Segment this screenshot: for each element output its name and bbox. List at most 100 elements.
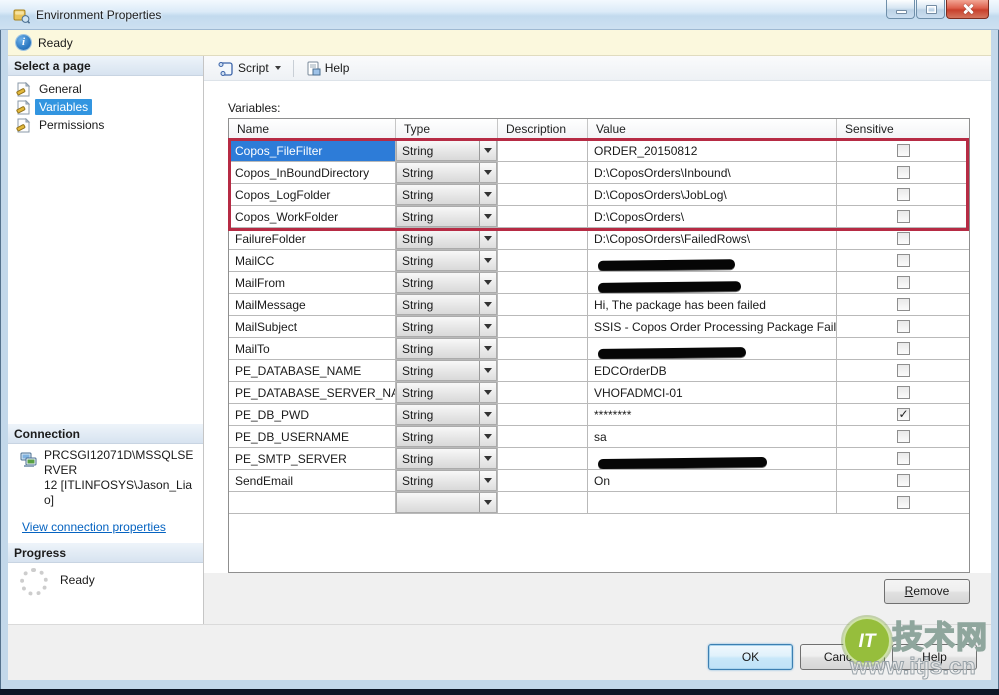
table-row[interactable]: MailToString xyxy=(229,338,969,360)
type-dropdown[interactable]: String xyxy=(396,316,497,337)
table-row[interactable]: MailSubjectStringSSIS - Copos Order Proc… xyxy=(229,316,969,338)
sensitive-checkbox[interactable] xyxy=(897,430,910,443)
sensitive-checkbox[interactable] xyxy=(897,342,910,355)
column-header-description[interactable]: Description xyxy=(498,119,588,139)
dropdown-arrow-button[interactable] xyxy=(479,405,496,424)
close-button[interactable] xyxy=(946,0,989,19)
variable-value-cell[interactable] xyxy=(588,338,837,359)
sensitive-checkbox[interactable] xyxy=(897,364,910,377)
view-connection-properties-link[interactable]: View connection properties xyxy=(22,520,166,534)
dropdown-arrow-button[interactable] xyxy=(479,295,496,314)
variable-value-cell[interactable] xyxy=(588,492,837,513)
variable-name-cell[interactable]: PE_DATABASE_NAME xyxy=(229,360,396,381)
table-row[interactable]: Copos_FileFilterStringORDER_20150812 xyxy=(229,140,969,162)
variable-description-cell[interactable] xyxy=(498,228,588,249)
variable-description-cell[interactable] xyxy=(498,250,588,271)
type-dropdown[interactable]: String xyxy=(396,404,497,425)
variable-name-cell[interactable]: Copos_LogFolder xyxy=(229,184,396,205)
variable-name-cell[interactable]: PE_DATABASE_SERVER_NAME xyxy=(229,382,396,403)
dropdown-arrow-button[interactable] xyxy=(479,317,496,336)
dropdown-arrow-button[interactable] xyxy=(479,141,496,160)
variable-name-cell[interactable]: MailMessage xyxy=(229,294,396,315)
variable-value-cell[interactable]: ORDER_20150812 xyxy=(588,140,837,161)
variable-name-cell[interactable]: SendEmail xyxy=(229,470,396,491)
maximize-button[interactable] xyxy=(916,0,945,19)
sensitive-checkbox[interactable] xyxy=(897,320,910,333)
variable-description-cell[interactable] xyxy=(498,140,588,161)
remove-button[interactable]: Remove xyxy=(884,579,970,604)
variable-name-cell[interactable] xyxy=(229,492,396,513)
table-row[interactable]: MailFromString xyxy=(229,272,969,294)
sensitive-checkbox[interactable] xyxy=(897,408,910,421)
dropdown-arrow-button[interactable] xyxy=(479,383,496,402)
variable-name-cell[interactable]: MailFrom xyxy=(229,272,396,293)
variable-value-cell[interactable]: D:\CoposOrders\FailedRows\ xyxy=(588,228,837,249)
type-dropdown[interactable]: String xyxy=(396,272,497,293)
minimize-button[interactable] xyxy=(886,0,915,19)
variable-value-cell[interactable]: VHOFADMCI-01 xyxy=(588,382,837,403)
table-row[interactable]: PE_DB_USERNAMEString sa xyxy=(229,426,969,448)
type-dropdown[interactable]: String xyxy=(396,360,497,381)
cancel-button[interactable]: Cancel xyxy=(800,644,885,670)
sensitive-checkbox[interactable] xyxy=(897,210,910,223)
variable-value-cell[interactable]: D:\CoposOrders\JobLog\ xyxy=(588,184,837,205)
table-row[interactable]: Copos_InBoundDirectoryStringD:\CoposOrde… xyxy=(229,162,969,184)
column-header-type[interactable]: Type xyxy=(396,119,498,139)
dropdown-arrow-button[interactable] xyxy=(479,427,496,446)
table-row[interactable]: MailCCString xyxy=(229,250,969,272)
variable-name-cell[interactable]: MailSubject xyxy=(229,316,396,337)
table-row[interactable]: FailureFolderStringD:\CoposOrders\Failed… xyxy=(229,228,969,250)
type-dropdown[interactable]: String xyxy=(396,184,497,205)
variable-name-cell[interactable]: PE_SMTP_SERVER xyxy=(229,448,396,469)
sidebar-item-variables[interactable]: Variables xyxy=(8,98,203,116)
variable-description-cell[interactable] xyxy=(498,162,588,183)
variable-value-cell[interactable] xyxy=(588,448,837,469)
variable-description-cell[interactable] xyxy=(498,316,588,337)
variable-description-cell[interactable] xyxy=(498,294,588,315)
type-dropdown[interactable]: String xyxy=(396,426,497,447)
dropdown-arrow-button[interactable] xyxy=(479,339,496,358)
table-row[interactable]: MailMessageStringHi, The package has bee… xyxy=(229,294,969,316)
column-header-sensitive[interactable]: Sensitive xyxy=(837,119,969,139)
type-dropdown[interactable]: String xyxy=(396,338,497,359)
sensitive-checkbox[interactable] xyxy=(897,496,910,509)
variable-value-cell[interactable] xyxy=(588,250,837,271)
script-button[interactable]: Script xyxy=(211,58,288,79)
table-row[interactable] xyxy=(229,492,969,514)
variable-description-cell[interactable] xyxy=(498,272,588,293)
type-dropdown[interactable]: String xyxy=(396,294,497,315)
type-dropdown[interactable]: String xyxy=(396,448,497,469)
dropdown-arrow-button[interactable] xyxy=(479,185,496,204)
dropdown-arrow-button[interactable] xyxy=(479,229,496,248)
type-dropdown[interactable]: String xyxy=(396,228,497,249)
column-header-value[interactable]: Value xyxy=(588,119,837,139)
variable-value-cell[interactable]: On xyxy=(588,470,837,491)
type-dropdown[interactable]: String xyxy=(396,140,497,161)
sidebar-item-general[interactable]: General xyxy=(8,80,203,98)
table-row[interactable]: PE_DB_PWDString******** xyxy=(229,404,969,426)
title-bar[interactable]: Environment Properties xyxy=(0,0,999,30)
dropdown-arrow-button[interactable] xyxy=(479,471,496,490)
sensitive-checkbox[interactable] xyxy=(897,188,910,201)
sensitive-checkbox[interactable] xyxy=(897,386,910,399)
table-row[interactable]: PE_DATABASE_SERVER_NAMEStringVHOFADMCI-0… xyxy=(229,382,969,404)
dropdown-arrow-button[interactable] xyxy=(479,251,496,270)
variable-value-cell[interactable]: EDCOrderDB xyxy=(588,360,837,381)
variable-description-cell[interactable] xyxy=(498,404,588,425)
sensitive-checkbox[interactable] xyxy=(897,298,910,311)
dropdown-arrow-button[interactable] xyxy=(479,163,496,182)
sidebar-item-permissions[interactable]: Permissions xyxy=(8,116,203,134)
type-dropdown[interactable]: String xyxy=(396,206,497,227)
dropdown-arrow-button[interactable] xyxy=(479,273,496,292)
sensitive-checkbox[interactable] xyxy=(897,144,910,157)
dropdown-arrow-button[interactable] xyxy=(479,207,496,226)
help-footer-button[interactable]: Help xyxy=(892,644,977,670)
variable-name-cell[interactable]: PE_DB_USERNAME xyxy=(229,426,396,447)
variable-description-cell[interactable] xyxy=(498,492,588,513)
variable-value-cell[interactable]: sa xyxy=(588,426,837,447)
variable-name-cell[interactable]: MailCC xyxy=(229,250,396,271)
variable-description-cell[interactable] xyxy=(498,382,588,403)
variable-name-cell[interactable]: PE_DB_PWD xyxy=(229,404,396,425)
table-row[interactable]: Copos_LogFolderString D:\CoposOrders\JobL… xyxy=(229,184,969,206)
variable-description-cell[interactable] xyxy=(498,426,588,447)
